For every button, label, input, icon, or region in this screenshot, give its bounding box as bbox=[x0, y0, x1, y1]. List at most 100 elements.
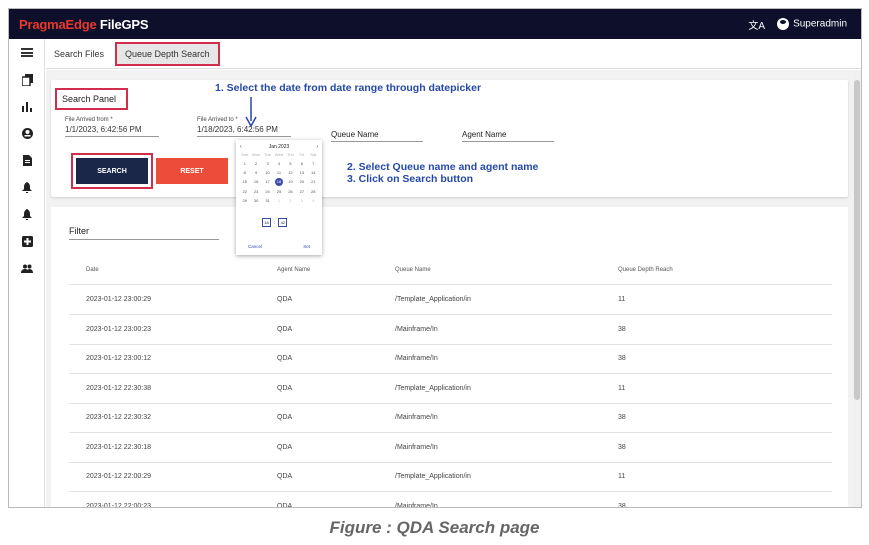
day-cell[interactable]: 20 bbox=[296, 179, 307, 185]
day-cell[interactable]: 7 bbox=[308, 161, 319, 167]
day-cell[interactable]: 8 bbox=[239, 170, 250, 176]
file-copy-icon bbox=[21, 73, 33, 86]
cell-agent: QDA bbox=[277, 473, 293, 480]
group-icon bbox=[21, 264, 33, 273]
cell-agent: QDA bbox=[277, 296, 293, 303]
cell-depth: 38 bbox=[618, 502, 626, 508]
col-agent-name[interactable]: Agent Name bbox=[277, 267, 310, 273]
sidebar-item-notifications[interactable] bbox=[9, 174, 45, 201]
bar-chart-icon bbox=[22, 101, 32, 112]
day-cell[interactable]: 13 bbox=[296, 170, 307, 176]
table-row[interactable]: 2023-01-12 22:00:29 QDA/Template_Applicat… bbox=[69, 462, 832, 492]
table-row[interactable]: 2023-01-12 22:00:23 QDA/Mainframe/In 38 bbox=[69, 492, 832, 508]
menu-toggle[interactable] bbox=[9, 39, 45, 66]
minute-spinner[interactable]: 42 bbox=[278, 218, 288, 227]
cell-date: 2023-01-12 22:30:32 bbox=[86, 414, 151, 421]
day-cell[interactable]: 3 bbox=[262, 161, 273, 167]
day-cell[interactable]: 30 bbox=[250, 198, 261, 204]
day-cell[interactable]: 17 bbox=[262, 179, 273, 185]
day-cell[interactable]: 6 bbox=[296, 161, 307, 167]
date-to-field[interactable]: File Arrived to * 1/18/2023, 6:42:56 PM bbox=[197, 117, 291, 137]
table-row[interactable]: 2023-01-12 23:00:12 QDA/Mainframe/In 38 bbox=[69, 344, 832, 374]
table-row[interactable]: 2023-01-12 22:30:38 QDA/Template_Applicat… bbox=[69, 374, 832, 404]
day-cell[interactable]: 4 bbox=[308, 198, 319, 204]
col-date[interactable]: Date bbox=[86, 267, 99, 273]
day-cell[interactable]: 2 bbox=[250, 161, 261, 167]
day-cell[interactable]: 11 bbox=[273, 170, 284, 176]
table-header: Date Agent Name Queue Name Queue Depth R… bbox=[69, 255, 832, 285]
cell-agent: QDA bbox=[277, 502, 293, 508]
sidebar-item-account[interactable] bbox=[9, 120, 45, 147]
datepicker-popup: ‹ Jan 2023 › Sun Mon Tue Wed Thu Fri Sat 12345… bbox=[236, 140, 322, 255]
table-row[interactable]: 2023-01-12 23:00:29 QDA/Template_Applicat… bbox=[69, 285, 832, 315]
col-queue-name[interactable]: Queue Name bbox=[395, 267, 431, 273]
day-cell[interactable]: 28 bbox=[308, 189, 319, 195]
sidebar-item-settings[interactable] bbox=[9, 228, 45, 255]
sidebar-item-files[interactable] bbox=[9, 66, 45, 93]
day-cell[interactable]: 23 bbox=[250, 189, 261, 195]
translate-icon[interactable]: 文A bbox=[748, 17, 765, 32]
next-month-icon[interactable]: › bbox=[316, 144, 318, 150]
datepicker-time: 18 : 42 bbox=[262, 218, 288, 227]
sidebar-item-documents[interactable] bbox=[9, 147, 45, 174]
day-cell[interactable]: 24 bbox=[262, 189, 273, 195]
filter-input[interactable]: Filter bbox=[69, 218, 219, 240]
date-to-value[interactable]: 1/18/2023, 6:42:56 PM bbox=[197, 125, 291, 137]
day-cell[interactable]: 14 bbox=[308, 170, 319, 176]
table-row[interactable]: 2023-01-12 23:00:23 QDA/Mainframe/In 38 bbox=[69, 315, 832, 345]
cell-depth: 11 bbox=[618, 473, 626, 480]
day-cell[interactable]: 10 bbox=[262, 170, 273, 176]
date-from-field[interactable]: File Arrived from * 1/1/2023, 6:42:56 PM bbox=[65, 117, 159, 137]
datepicker-days: 1 2 3 4 5 6 7 8 9 10 11 12 13 14 15 16 17 18 19 20 21 22 23 24 2… bbox=[236, 161, 322, 204]
datepicker-month[interactable]: Jan 2023 bbox=[269, 144, 290, 150]
sidebar-item-reports[interactable] bbox=[9, 93, 45, 120]
weekday-label: Wed bbox=[274, 152, 284, 157]
day-cell[interactable]: 22 bbox=[239, 189, 250, 195]
datepicker-cancel-button[interactable]: Cancel bbox=[248, 244, 262, 249]
day-cell[interactable]: 19 bbox=[285, 179, 296, 185]
datepicker-set-button[interactable]: Set bbox=[303, 244, 310, 249]
scrollbar-thumb[interactable] bbox=[854, 80, 860, 400]
reset-button[interactable]: RESET bbox=[156, 158, 228, 184]
sidebar-item-alerts[interactable] bbox=[9, 201, 45, 228]
datepicker-actions: Cancel Set bbox=[248, 244, 310, 249]
day-cell[interactable]: 15 bbox=[239, 179, 250, 185]
cell-queue: /Template_Application/in bbox=[395, 384, 471, 392]
hour-spinner[interactable]: 18 bbox=[262, 218, 271, 227]
table-row[interactable]: 2023-01-12 22:30:32 QDA/Mainframe/In 38 bbox=[69, 403, 832, 433]
table-row[interactable]: 2023-01-12 22:30:18 QDA/Mainframe/In 38 bbox=[69, 433, 832, 463]
day-cell[interactable]: 4 bbox=[273, 161, 284, 167]
day-cell[interactable]: 16 bbox=[250, 179, 261, 185]
cell-queue: /Template_Application/in bbox=[395, 473, 471, 480]
day-cell[interactable]: 27 bbox=[296, 189, 307, 195]
day-cell[interactable]: 5 bbox=[285, 161, 296, 167]
day-cell[interactable]: 1 bbox=[273, 198, 284, 204]
agent-name-input[interactable]: Agent Name bbox=[462, 130, 554, 142]
day-cell[interactable]: 1 bbox=[239, 161, 250, 167]
day-cell[interactable]: 31 bbox=[262, 198, 273, 204]
prev-month-icon[interactable]: ‹ bbox=[240, 144, 242, 150]
brand-logo[interactable]: PragmaEdge FileGPS bbox=[19, 17, 149, 32]
day-cell[interactable]: 21 bbox=[308, 179, 319, 185]
day-cell[interactable]: 12 bbox=[285, 170, 296, 176]
cell-depth: 11 bbox=[618, 384, 626, 392]
queue-name-input[interactable]: Queue Name bbox=[331, 130, 423, 142]
scrollbar[interactable] bbox=[853, 70, 861, 507]
tab-search-files[interactable]: Search Files bbox=[46, 42, 112, 66]
tab-queue-depth-search[interactable]: Queue Depth Search bbox=[115, 41, 220, 66]
day-cell[interactable]: 29 bbox=[239, 198, 250, 204]
date-from-value[interactable]: 1/1/2023, 6:42:56 PM bbox=[65, 125, 159, 137]
day-cell[interactable]: 26 bbox=[285, 189, 296, 195]
annotation-step3: 3. Click on Search button bbox=[347, 173, 474, 185]
day-cell[interactable]: 2 bbox=[285, 198, 296, 204]
cell-date: 2023-01-12 22:30:18 bbox=[86, 443, 151, 451]
datepicker-weekdays: Sun Mon Tue Wed Thu Fri Sat bbox=[236, 152, 322, 158]
sidebar-item-users[interactable] bbox=[9, 255, 45, 282]
day-cell[interactable]: 3 bbox=[296, 198, 307, 204]
search-button[interactable]: SEARCH bbox=[76, 158, 148, 184]
day-cell[interactable]: 25 bbox=[273, 189, 284, 195]
user-menu[interactable]: Superadmin bbox=[777, 18, 847, 30]
day-cell[interactable]: 18 bbox=[274, 178, 283, 186]
col-queue-depth[interactable]: Queue Depth Reach bbox=[618, 267, 673, 273]
day-cell[interactable]: 9 bbox=[250, 170, 261, 176]
